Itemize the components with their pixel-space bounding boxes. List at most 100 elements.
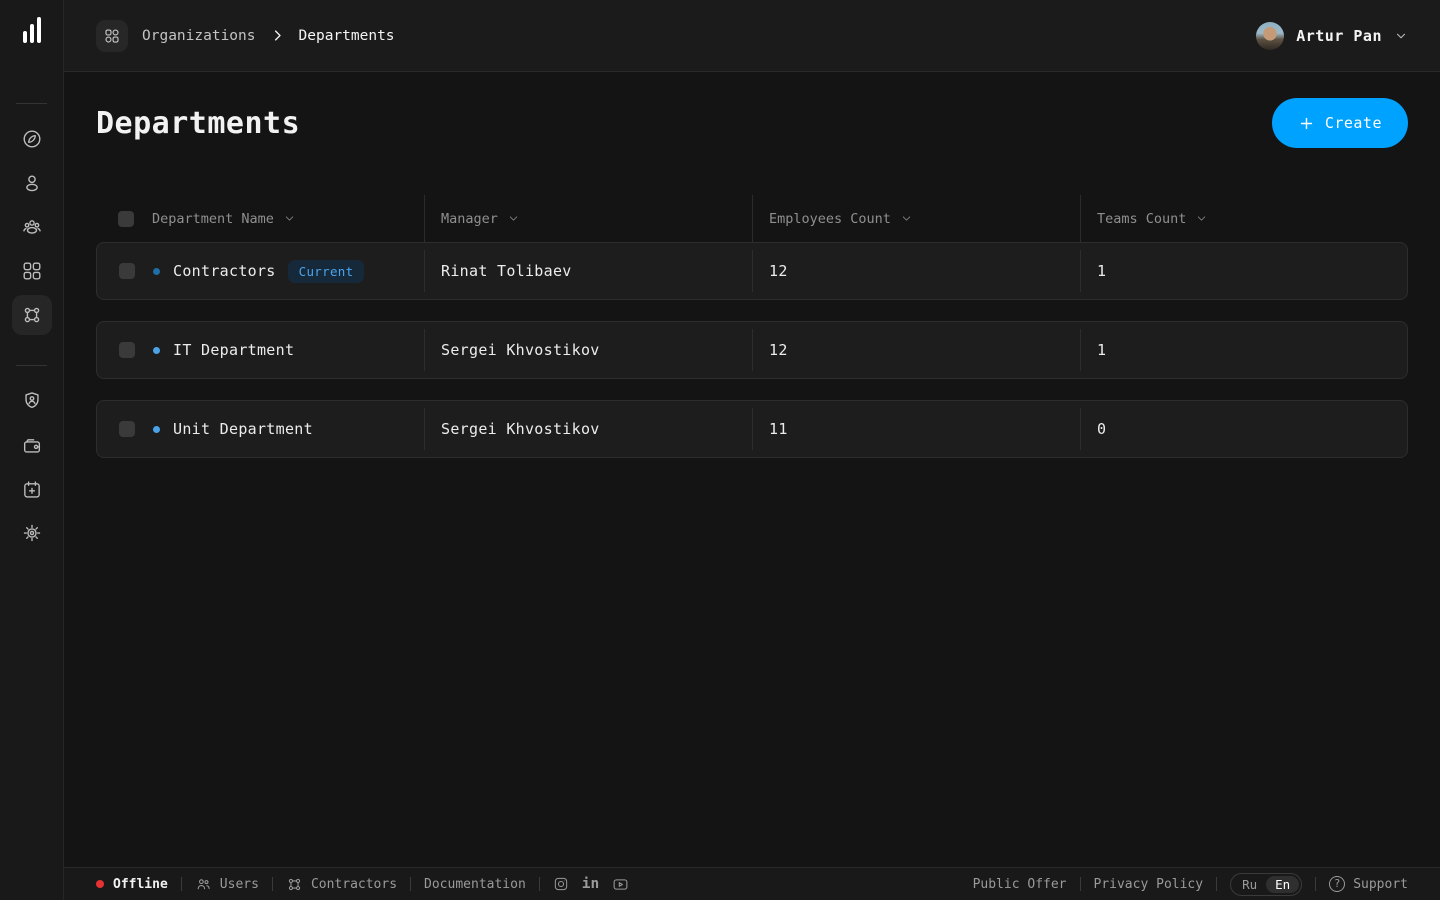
sidebar-item-calendar[interactable] [12,470,52,510]
gear-icon [21,522,43,544]
language-option-ru[interactable]: Ru [1233,876,1266,893]
footer-divider [1216,877,1217,891]
table-row[interactable]: IT Department Sergei Khvostikov 12 1 [96,321,1408,379]
footer-link-contractors[interactable]: Contractors [286,876,397,893]
chevron-down-icon [507,212,520,225]
app-logo-bar-chart-icon [23,17,41,43]
users-icon [195,876,212,893]
page-title: Departments [96,106,300,141]
status-dot [153,347,160,354]
user-menu[interactable]: Artur Pan [1256,22,1408,50]
cell-teams-count: 1 [1081,322,1409,378]
sidebar-item-settings[interactable] [12,513,52,553]
offline-dot-icon [96,880,104,888]
departments-table: Department Name Manager Employees Count … [96,195,1408,479]
cell-teams-count: 1 [1081,243,1409,299]
create-button-label: Create [1325,114,1382,132]
language-toggle[interactable]: Ru En [1230,873,1302,896]
cell-manager: Sergei Khvostikov [425,322,753,378]
chevron-down-icon [1394,29,1408,43]
instagram-icon[interactable] [553,876,569,892]
footer-link-documentation[interactable]: Documentation [424,877,526,892]
department-name: Contractors [173,262,276,280]
main-content: Departments Create Department Name Manag… [64,72,1440,867]
cell-employees-count: 11 [753,401,1081,457]
create-button[interactable]: Create [1272,98,1408,148]
footer-link-privacy-policy[interactable]: Privacy Policy [1094,877,1204,892]
table-header: Department Name Manager Employees Count … [96,195,1408,242]
wallet-icon [21,435,43,457]
top-bar: Organizations Departments Artur Pan [64,0,1440,72]
row-checkbox[interactable] [119,342,135,358]
offline-label: Offline [113,877,168,892]
column-header-teams-count[interactable]: Teams Count [1080,195,1408,242]
footer-divider [1315,877,1316,891]
sidebar-item-dashboard[interactable] [12,119,52,159]
chevron-right-icon [270,28,285,43]
cell-teams-count: 0 [1081,401,1409,457]
compass-icon [21,128,43,150]
select-all-checkbox[interactable] [118,211,134,227]
dashboard-icon [103,27,121,45]
calendar-plus-icon [21,479,43,501]
connection-status: Offline [96,877,168,892]
department-name: IT Department [173,341,294,359]
users-group-icon [21,216,43,238]
footer-divider [539,877,540,891]
sidebar-item-admins[interactable] [12,381,52,421]
grid-icon [21,260,43,282]
breadcrumb: Organizations Departments [96,20,395,52]
youtube-icon[interactable] [612,876,629,893]
footer-divider [1080,877,1081,891]
cell-manager: Sergei Khvostikov [425,401,753,457]
footer: Offline Users Contractors Do [64,867,1440,900]
current-badge: Current [288,260,365,283]
cell-department-name: Unit Department [153,401,425,457]
footer-divider [272,877,273,891]
footer-divider [181,877,182,891]
row-checkbox[interactable] [119,263,135,279]
sidebar-divider-top [16,103,47,104]
breadcrumb-organizations[interactable]: Organizations [142,28,256,44]
avatar [1256,22,1284,50]
sidebar-divider-bottom [16,365,47,366]
column-header-manager[interactable]: Manager [424,195,752,242]
sidebar-item-organizations[interactable] [12,251,52,291]
footer-link-users[interactable]: Users [195,876,259,893]
chevron-down-icon [900,212,913,225]
department-name: Unit Department [173,420,313,438]
chevron-down-icon [283,212,296,225]
footer-link-support[interactable]: ? Support [1329,876,1408,892]
cell-department-name: IT Department [153,322,425,378]
chevron-down-icon [1195,212,1208,225]
column-header-employees-count[interactable]: Employees Count [752,195,1080,242]
language-option-en[interactable]: En [1266,876,1299,893]
user-name: Artur Pan [1296,27,1382,45]
breadcrumb-departments[interactable]: Departments [299,28,395,44]
row-checkbox[interactable] [119,421,135,437]
table-row[interactable]: Unit Department Sergei Khvostikov 11 0 [96,400,1408,458]
breadcrumb-apps-button[interactable] [96,20,128,52]
cell-employees-count: 12 [753,322,1081,378]
sidebar [0,0,64,900]
status-dot [153,268,160,275]
user-icon [21,172,43,194]
cell-department-name: Contractors Current [153,243,425,299]
cell-manager: Rinat Tolibaev [425,243,753,299]
plus-icon [1298,115,1315,132]
column-header-department-name[interactable]: Department Name [152,195,424,242]
network-nodes-icon [21,304,43,326]
sidebar-item-departments[interactable] [12,295,52,335]
status-dot [153,426,160,433]
question-circle-icon: ? [1329,876,1345,892]
shield-user-icon [21,390,43,412]
network-nodes-icon [286,876,303,893]
linkedin-icon[interactable]: in [582,877,599,892]
footer-link-public-offer[interactable]: Public Offer [973,877,1067,892]
sidebar-item-users[interactable] [12,163,52,203]
sidebar-item-teams[interactable] [12,207,52,247]
footer-divider [410,877,411,891]
sidebar-item-wallet[interactable] [12,426,52,466]
table-row[interactable]: Contractors Current Rinat Tolibaev 12 1 [96,242,1408,300]
cell-employees-count: 12 [753,243,1081,299]
